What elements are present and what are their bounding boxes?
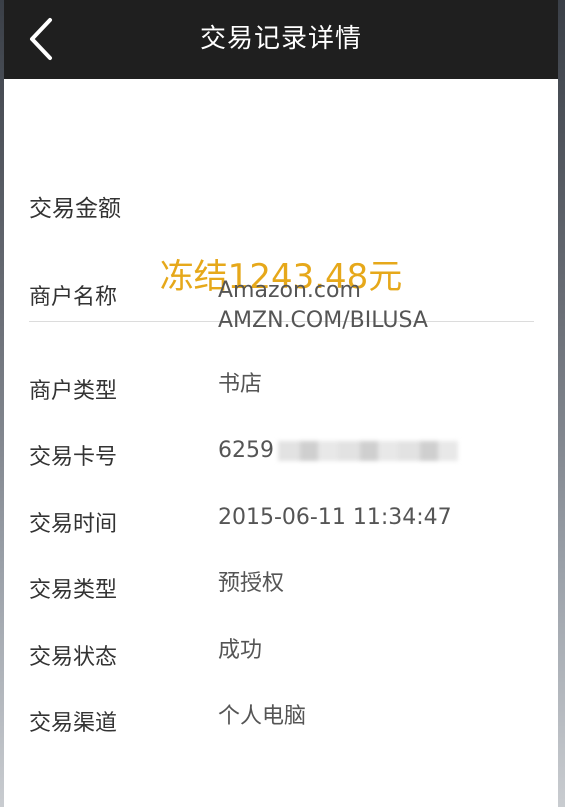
detail-value-line: AMZN.COM/BILUSA xyxy=(218,308,428,333)
detail-value: 2015-06-11 11:34:47 xyxy=(218,505,452,530)
page-title: 交易记录详情 xyxy=(199,24,362,54)
detail-value: 书店 xyxy=(218,372,263,397)
detail-key: 交易类型 xyxy=(29,578,118,603)
detail-value: 个人电脑 xyxy=(218,704,307,729)
amount-label: 交易金额 xyxy=(29,196,121,222)
detail-value-line: Amazon.com xyxy=(218,278,361,303)
card-number-prefix: 6259 xyxy=(218,438,274,463)
transaction-detail-panel: 交易记录详情 交易金额 冻结1243.48元 商户名称 Amazon.com A… xyxy=(4,0,558,807)
detail-key: 交易渠道 xyxy=(29,711,118,736)
detail-value: 6259 xyxy=(218,436,458,466)
top-bar: 交易记录详情 xyxy=(4,0,558,79)
detail-key: 交易状态 xyxy=(29,645,118,670)
detail-value: 成功 xyxy=(218,638,263,663)
masked-card-digits xyxy=(278,441,458,461)
detail-key: 交易时间 xyxy=(29,512,118,537)
detail-key: 商户类型 xyxy=(29,379,118,404)
detail-value: 预授权 xyxy=(218,571,285,596)
detail-key: 交易卡号 xyxy=(29,445,118,470)
detail-key: 商户名称 xyxy=(29,285,118,310)
